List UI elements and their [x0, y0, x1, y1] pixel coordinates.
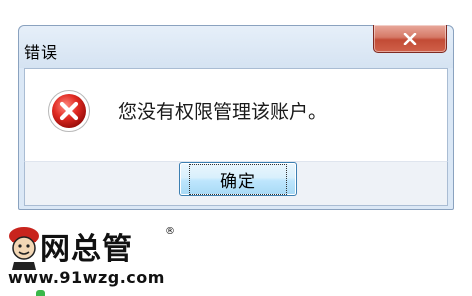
mascot-logo-icon [9, 227, 39, 270]
ok-button-label: 确定 [189, 163, 287, 195]
ok-button[interactable]: 确定 [179, 162, 297, 196]
close-icon [403, 32, 417, 45]
dialog-body: 您没有权限管理该账户。 [24, 68, 448, 161]
close-button[interactable] [373, 25, 447, 53]
dialog-footer: 确定 [24, 161, 448, 206]
error-icon [48, 90, 90, 132]
watermark-url: www.91wzg.com [8, 268, 165, 287]
error-message: 您没有权限管理该账户。 [118, 101, 328, 123]
registered-mark: ® [165, 226, 175, 237]
error-dialog: 错误 您没有权限管理该账户。 确定 [18, 25, 454, 210]
watermark-brand: 网总管 [40, 232, 133, 267]
green-decoration [36, 290, 45, 296]
dialog-title: 错误 [24, 43, 59, 62]
title-bar[interactable]: 错误 [19, 25, 453, 68]
